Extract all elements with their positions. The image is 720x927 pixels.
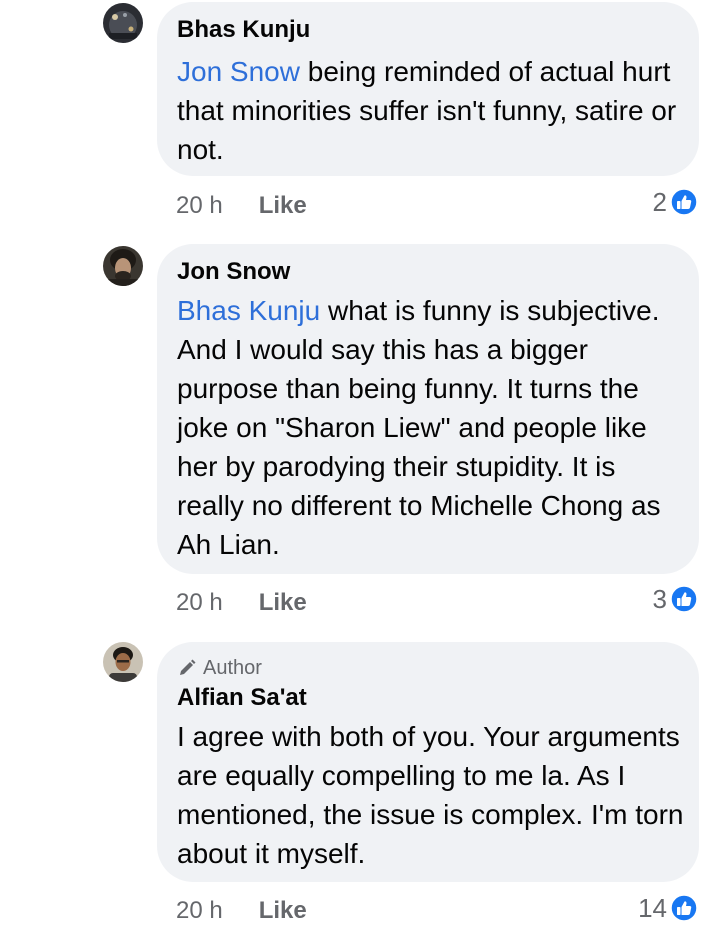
reaction-count[interactable]: 3 — [653, 584, 698, 614]
reaction-count[interactable]: 2 — [653, 187, 698, 217]
comment-text: Bhas Kunju what is funny is subjective. … — [177, 291, 685, 564]
reaction-count-value: 2 — [652, 187, 667, 217]
like-button[interactable]: Like — [259, 192, 307, 220]
mention-link[interactable]: Bhas Kunju — [177, 295, 320, 326]
comment-timestamp[interactable]: 20 h — [176, 589, 223, 617]
comment-actions: 20 h Like — [176, 589, 307, 617]
pencil-icon — [180, 659, 196, 675]
comment-author-name[interactable]: Bhas Kunju — [177, 16, 310, 44]
comment-author-name[interactable]: Jon Snow — [177, 258, 290, 286]
comment-bubble: Bhas Kunju Jon Snow being reminded of ac… — [157, 2, 699, 176]
author-badge: Author — [177, 656, 262, 680]
comment-body: what is funny is subjective. And I would… — [177, 295, 661, 560]
comment-timestamp[interactable]: 20 h — [176, 897, 223, 925]
author-badge-label: Author — [203, 657, 262, 679]
comment-bubble: Author Alfian Sa'at I agree with both of… — [157, 642, 699, 882]
comment-text: Jon Snow being reminded of actual hurt t… — [177, 52, 685, 169]
like-icon — [670, 585, 698, 613]
mention-link[interactable]: Jon Snow — [177, 56, 300, 87]
like-icon — [670, 894, 698, 922]
like-button[interactable]: Like — [259, 589, 307, 617]
comment-text: I agree with both of you. Your arguments… — [177, 717, 685, 873]
reaction-count[interactable]: 14 — [638, 893, 698, 923]
like-button[interactable]: Like — [259, 897, 307, 925]
like-icon — [670, 188, 698, 216]
reaction-count-value: 14 — [638, 893, 667, 923]
comment-actions: 20 h Like — [176, 897, 307, 925]
comment-bubble: Jon Snow Bhas Kunju what is funny is sub… — [157, 244, 699, 574]
avatar[interactable] — [103, 642, 143, 682]
avatar[interactable] — [103, 246, 143, 286]
comment-timestamp[interactable]: 20 h — [176, 192, 223, 220]
reaction-count-value: 3 — [652, 584, 667, 614]
avatar[interactable] — [103, 3, 143, 43]
comment-actions: 20 h Like — [176, 192, 307, 220]
comment-body: I agree with both of you. Your arguments… — [177, 721, 684, 869]
comment-author-name[interactable]: Alfian Sa'at — [177, 684, 307, 712]
